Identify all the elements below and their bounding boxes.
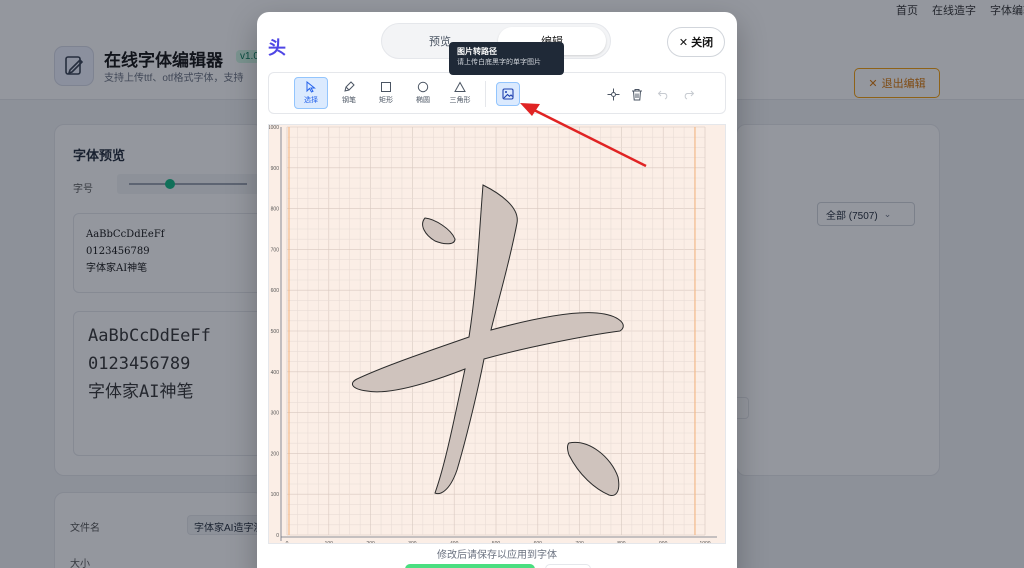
tool-select[interactable]: 选择 <box>294 77 328 109</box>
tool-label: 钢笔 <box>342 97 356 104</box>
y-tick-label: 200 <box>271 451 280 457</box>
image-to-path-button[interactable] <box>496 82 520 106</box>
y-tick-label: 0 <box>276 533 279 539</box>
y-tick-label: 1000 <box>269 125 279 131</box>
x-tick-label: 500 <box>492 541 501 543</box>
redo-icon <box>684 90 695 100</box>
rectangle-icon <box>381 82 391 92</box>
save-button[interactable] <box>405 564 535 568</box>
x-tick-label: 400 <box>450 541 459 543</box>
tooltip-title: 图片转路径 <box>457 47 497 56</box>
tool-rectangle[interactable]: 矩形 <box>369 77 403 109</box>
x-tick-label: 100 <box>325 541 334 543</box>
pointer-icon <box>306 81 316 93</box>
image-icon <box>502 88 514 100</box>
save-hint: 修改后请保存以应用到字体 <box>437 550 557 561</box>
x-tick-label: 1000 <box>699 541 710 543</box>
x-tick-label: 0 <box>286 541 289 543</box>
undo-icon <box>657 90 668 100</box>
trash-icon <box>632 88 642 100</box>
x-tick-label: 600 <box>534 541 543 543</box>
y-tick-label: 300 <box>271 411 280 417</box>
y-tick-label: 500 <box>271 329 280 335</box>
tool-triangle[interactable]: 三角形 <box>443 77 477 109</box>
tooltip-desc: 请上传白底黑字的单字图片 <box>457 59 541 66</box>
tool-label: 矩形 <box>379 97 393 104</box>
glyph-grid: 0 0 100 100 200 200 300 300 400 400 500 500 600 600 70… <box>268 125 725 547</box>
y-tick-label: 700 <box>271 247 280 253</box>
secondary-button[interactable] <box>545 564 591 568</box>
x-tick-label: 800 <box>617 541 626 543</box>
y-tick-label: 800 <box>271 207 280 213</box>
glyph-editor-modal: 头 预览 编辑 ✕ 关闭 选择 钢笔 矩形 椭圆 三角形 <box>257 12 737 568</box>
close-button[interactable]: ✕ 关闭 <box>667 27 725 57</box>
close-label: 关闭 <box>691 37 714 49</box>
delete-button[interactable] <box>625 82 649 106</box>
tool-label: 选择 <box>304 97 318 104</box>
close-icon: ✕ <box>678 36 689 49</box>
glyph-canvas[interactable]: 0 0 100 100 200 200 300 300 400 400 500 500 600 600 70… <box>268 124 726 547</box>
ellipse-icon <box>417 81 429 93</box>
triangle-icon <box>454 81 466 92</box>
editor-toolbar: 选择 钢笔 矩形 椭圆 三角形 <box>268 72 726 114</box>
add-point-button[interactable] <box>601 82 625 106</box>
y-tick-label: 900 <box>271 166 280 172</box>
pen-icon <box>344 81 355 92</box>
y-tick-label: 400 <box>271 370 280 376</box>
tool-ellipse[interactable]: 椭圆 <box>406 77 440 109</box>
image-to-path-tooltip: 图片转路径 请上传白底黑字的单字图片 <box>449 42 564 75</box>
y-tick-label: 100 <box>271 492 280 498</box>
tool-pen[interactable]: 钢笔 <box>332 77 366 109</box>
redo-button[interactable] <box>677 82 701 106</box>
glyph-title: 头 <box>268 38 286 58</box>
tool-label: 三角形 <box>449 97 471 104</box>
y-tick-label: 600 <box>271 288 280 294</box>
x-tick-label: 700 <box>575 541 584 543</box>
undo-button[interactable] <box>651 82 675 106</box>
crosshair-icon <box>607 88 619 100</box>
tool-label: 椭圆 <box>416 97 430 104</box>
x-tick-label: 200 <box>366 541 375 543</box>
toolbar-divider <box>485 81 486 107</box>
x-tick-label: 900 <box>659 541 668 543</box>
x-tick-label: 300 <box>408 541 417 543</box>
